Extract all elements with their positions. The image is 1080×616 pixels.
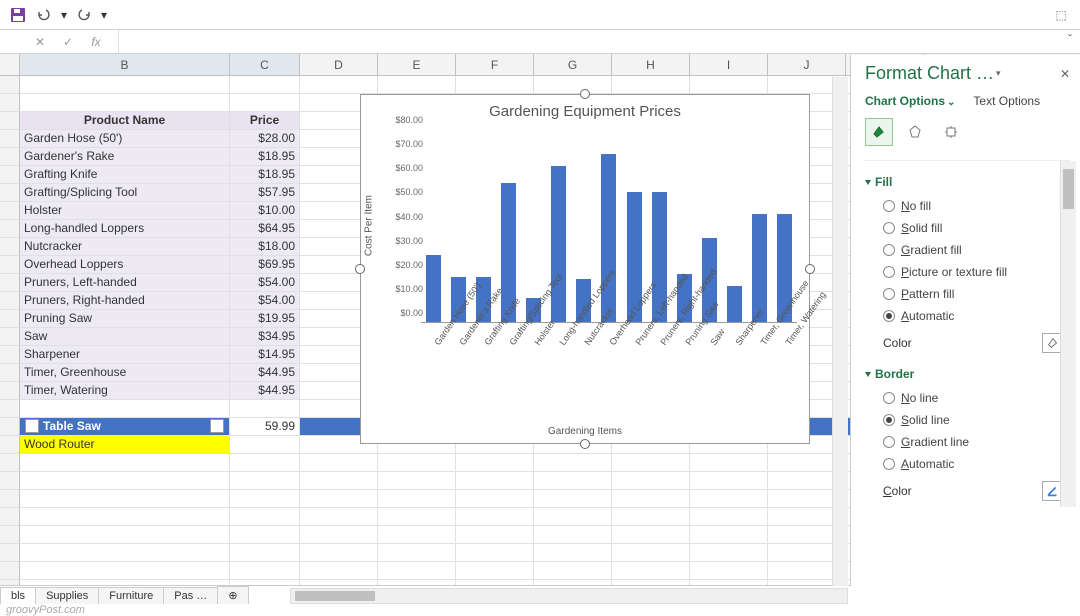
border-color-row: Color ▾ xyxy=(865,475,1070,507)
column-header-F[interactable]: F xyxy=(456,54,534,75)
filter-dropdown[interactable]: ▾ xyxy=(210,419,224,433)
quick-access-toolbar: ▾ ▾ ⬚ xyxy=(0,0,1080,30)
chart-x-axis-title[interactable]: Gardening Items xyxy=(361,426,809,437)
column-header-B[interactable]: B xyxy=(20,54,230,75)
chart-bar[interactable] xyxy=(551,166,566,322)
chart-x-axis: Garden Hose (50')Gardener's RakeGrafting… xyxy=(421,325,797,415)
column-header-H[interactable]: H xyxy=(612,54,690,75)
column-header-product-name: Product Name xyxy=(20,112,230,130)
column-header-price: Price xyxy=(230,112,300,130)
resize-handle-s[interactable] xyxy=(580,439,590,449)
sheet-tab[interactable]: Supplies xyxy=(35,587,99,604)
ribbon-display-options[interactable]: ⬚ xyxy=(1048,8,1074,22)
redo-button[interactable] xyxy=(72,3,96,27)
horizontal-scrollbar[interactable] xyxy=(290,588,848,604)
sheet-tabs: blsSuppliesFurniturePas …⊕ xyxy=(0,586,248,604)
titlebar-right: ⬚ xyxy=(1048,0,1074,29)
new-sheet-button[interactable]: ⊕ xyxy=(217,586,248,604)
worksheet-vertical-scrollbar[interactable] xyxy=(832,77,848,586)
chart-options-tab[interactable]: Chart Options⌄ xyxy=(865,94,955,108)
border-option-gradient[interactable]: Gradient line xyxy=(865,431,1070,453)
embedded-chart[interactable]: Gardening Equipment Prices Cost Per Item… xyxy=(360,94,810,444)
pane-scrollbar[interactable] xyxy=(1060,161,1076,507)
border-color-label: Color xyxy=(883,484,912,498)
cancel-formula-button[interactable]: ✕ xyxy=(30,35,50,49)
watermark: groovyPost.com xyxy=(6,604,85,616)
border-option-solid[interactable]: Solid line xyxy=(865,409,1070,431)
text-options-tab[interactable]: Text Options xyxy=(973,94,1040,108)
chart-title[interactable]: Gardening Equipment Prices xyxy=(361,95,809,124)
fill-line-icon[interactable] xyxy=(865,118,893,146)
save-button[interactable] xyxy=(6,3,30,27)
chart-bar[interactable] xyxy=(601,154,616,322)
column-header-J[interactable]: J xyxy=(768,54,846,75)
fill-color-row: Color ▾ xyxy=(865,327,1070,359)
format-chart-pane: Format Chart …▾ ✕ Chart Options⌄ Text Op… xyxy=(850,55,1080,586)
fill-section-header[interactable]: Fill xyxy=(865,167,1070,195)
redo-dropdown[interactable]: ▾ xyxy=(98,3,110,27)
accept-formula-button[interactable]: ✓ xyxy=(58,35,78,49)
fill-option-pattern[interactable]: Pattern fill xyxy=(865,283,1070,305)
chart-bar[interactable] xyxy=(752,214,767,322)
pane-close-button[interactable]: ✕ xyxy=(1060,67,1070,81)
fill-color-label: Color xyxy=(883,336,912,350)
fill-option-nofill[interactable]: No fill xyxy=(865,195,1070,217)
resize-handle-w[interactable] xyxy=(355,264,365,274)
sheet-tab[interactable]: bls xyxy=(0,587,36,604)
border-section-header[interactable]: Border xyxy=(865,359,1070,387)
column-header-I[interactable]: I xyxy=(690,54,768,75)
resize-handle-e[interactable] xyxy=(805,264,815,274)
column-header-D[interactable]: D xyxy=(300,54,378,75)
column-header-E[interactable]: E xyxy=(378,54,456,75)
fill-option-solid[interactable]: Solid fill xyxy=(865,217,1070,239)
filter-dropdown[interactable]: ▾ xyxy=(25,419,39,433)
effects-icon[interactable] xyxy=(901,118,929,146)
undo-dropdown[interactable]: ▾ xyxy=(58,3,70,27)
size-properties-icon[interactable] xyxy=(937,118,965,146)
border-option-noline[interactable]: No line xyxy=(865,387,1070,409)
column-header-C[interactable]: C xyxy=(230,54,300,75)
border-option-automatic[interactable]: Automatic xyxy=(865,453,1070,475)
ribbon-collapse-button[interactable]: ˇ xyxy=(1068,32,1072,46)
sheet-tab[interactable]: Pas … xyxy=(163,587,218,604)
chart-bar[interactable] xyxy=(426,255,441,322)
fill-option-gradient[interactable]: Gradient fill xyxy=(865,239,1070,261)
fill-option-automatic[interactable]: Automatic xyxy=(865,305,1070,327)
formula-input[interactable] xyxy=(118,30,1080,53)
column-header-G[interactable]: G xyxy=(534,54,612,75)
formula-bar: ✕ ✓ fx xyxy=(0,30,1080,54)
resize-handle-n[interactable] xyxy=(580,89,590,99)
undo-button[interactable] xyxy=(32,3,56,27)
chart-bar[interactable] xyxy=(727,286,742,322)
sheet-tab[interactable]: Furniture xyxy=(98,587,164,604)
fill-option-picture[interactable]: Picture or texture fill xyxy=(865,261,1070,283)
fx-button[interactable]: fx xyxy=(86,35,106,49)
pane-title: Format Chart …▾ xyxy=(865,63,1070,84)
chart-y-axis-title[interactable]: Cost Per Item xyxy=(364,195,375,256)
